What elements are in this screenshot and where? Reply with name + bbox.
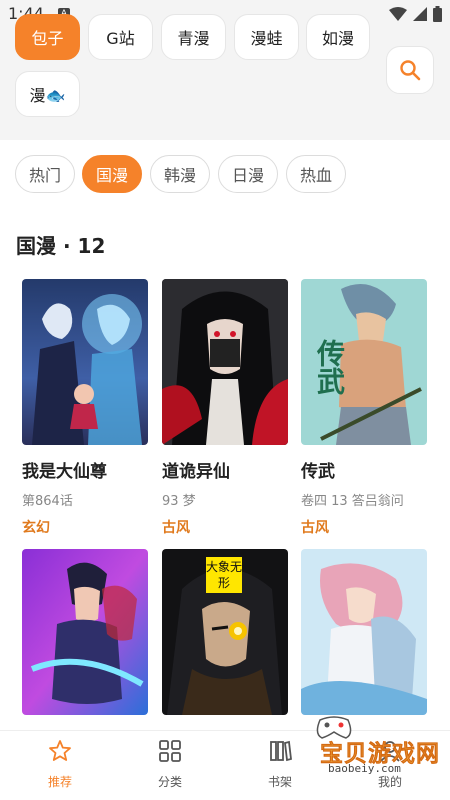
comic-chapter: 第864话 [22,494,73,509]
status-icons [389,6,442,22]
source-chip-gzhan[interactable]: G站 [88,14,153,60]
category-chip-guoman[interactable]: 国漫 [82,155,142,193]
star-icon [49,740,71,761]
comic-card[interactable]: 大象无形 [162,549,288,727]
source-chip-ruman[interactable]: 如漫 [306,14,370,60]
tab-label: 分类 [157,775,182,789]
search-icon [400,60,421,81]
category-chip-rexue[interactable]: 热血 [286,155,346,193]
comic-title: 我是大仙尊 [22,462,107,482]
comic-cover: 大象无形 [162,549,288,715]
source-chip-qingman[interactable]: 青漫 [161,14,226,60]
section-title: 国漫 · 12 [16,234,106,258]
cover-title-box: 大象无形 [206,557,242,593]
tab-label: 推荐 [47,775,72,789]
comic-genre: 玄幻 [22,520,50,536]
tab-recommend[interactable]: 推荐 [5,731,115,800]
search-button[interactable] [386,46,434,94]
comic-card[interactable] [301,549,427,727]
cover-calligraphy: 传武 [313,339,346,395]
tab-category[interactable]: 分类 [115,731,225,800]
battery-icon [433,6,442,22]
category-chip-hanman[interactable]: 韩漫 [150,155,210,193]
watermark: 宝贝游戏网 baobeiy.com [300,714,450,784]
comic-title: 道诡异仙 [162,462,230,482]
source-chip-manwa[interactable]: 漫蛙 [234,14,299,60]
source-chip-baozi[interactable]: 包子 [15,14,80,60]
comic-genre: 古风 [162,520,190,536]
comic-card[interactable] [22,549,148,727]
grid-icon [159,740,181,762]
comic-chapter: 93 梦 [162,494,196,509]
comic-genre: 古风 [301,520,329,536]
comic-cover [22,279,148,445]
wifi-icon [389,7,407,21]
comic-cover: 传武 [301,279,427,445]
signal-icon [413,7,427,21]
category-chip-riman[interactable]: 日漫 [218,155,278,193]
comic-cover [162,279,288,445]
comic-title: 传武 [301,462,335,482]
source-chip-manyu[interactable]: 漫🐟 [15,71,80,117]
comic-cover [22,549,148,715]
category-chip-hot[interactable]: 热门 [15,155,75,193]
comic-card[interactable]: 道诡异仙 93 梦 古风 [162,279,288,537]
watermark-url: baobeiy.com [328,762,401,775]
comic-card[interactable]: 传武 传武 卷四 13 答吕翁问 古风 [301,279,427,537]
comic-chapter: 卷四 13 答吕翁问 [301,494,404,509]
comic-cover [301,549,427,715]
comic-card[interactable]: 我是大仙尊 第864话 玄幻 [22,279,148,537]
bookshelf-icon [270,740,292,762]
